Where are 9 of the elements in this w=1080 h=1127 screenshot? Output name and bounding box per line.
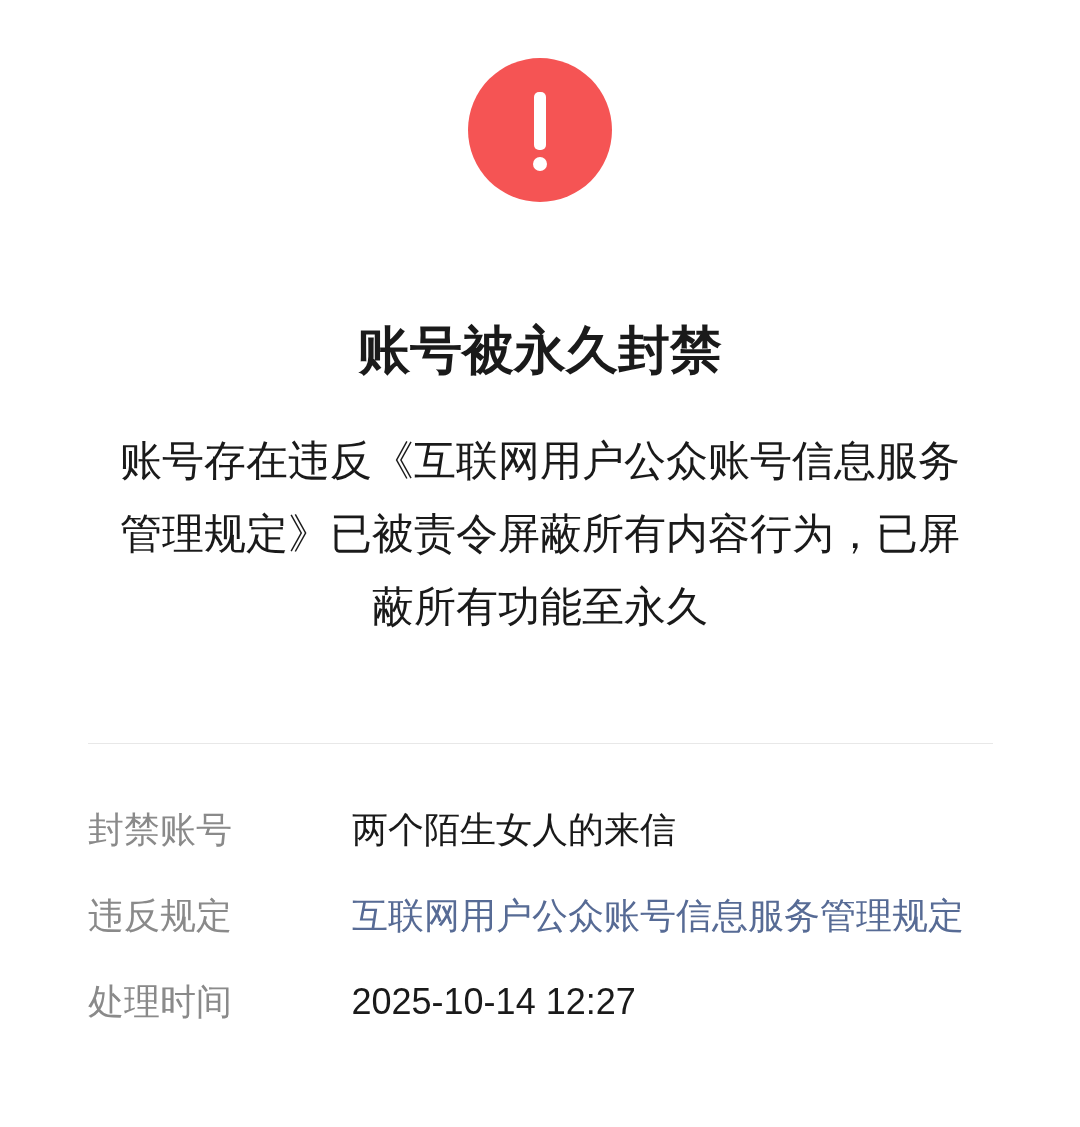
ban-title: 账号被永久封禁 xyxy=(358,320,722,381)
regulation-link[interactable]: 互联网用户公众账号信息服务管理规定 xyxy=(351,892,964,940)
detail-label: 封禁账号 xyxy=(87,808,233,852)
detail-label: 违反规定 xyxy=(87,894,233,938)
detail-label: 处理时间 xyxy=(87,980,233,1024)
warning-icon xyxy=(468,58,612,202)
ban-description: 账号存在违反《互联网用户公众账号信息服务管理规定》已被责令屏蔽所有内容行为，已屏蔽所有功能至永久 xyxy=(119,436,961,632)
detail-value: 2025-10-14 12:27 xyxy=(351,980,636,1024)
detail-value: 两个陌生女人的来信 xyxy=(351,808,676,852)
